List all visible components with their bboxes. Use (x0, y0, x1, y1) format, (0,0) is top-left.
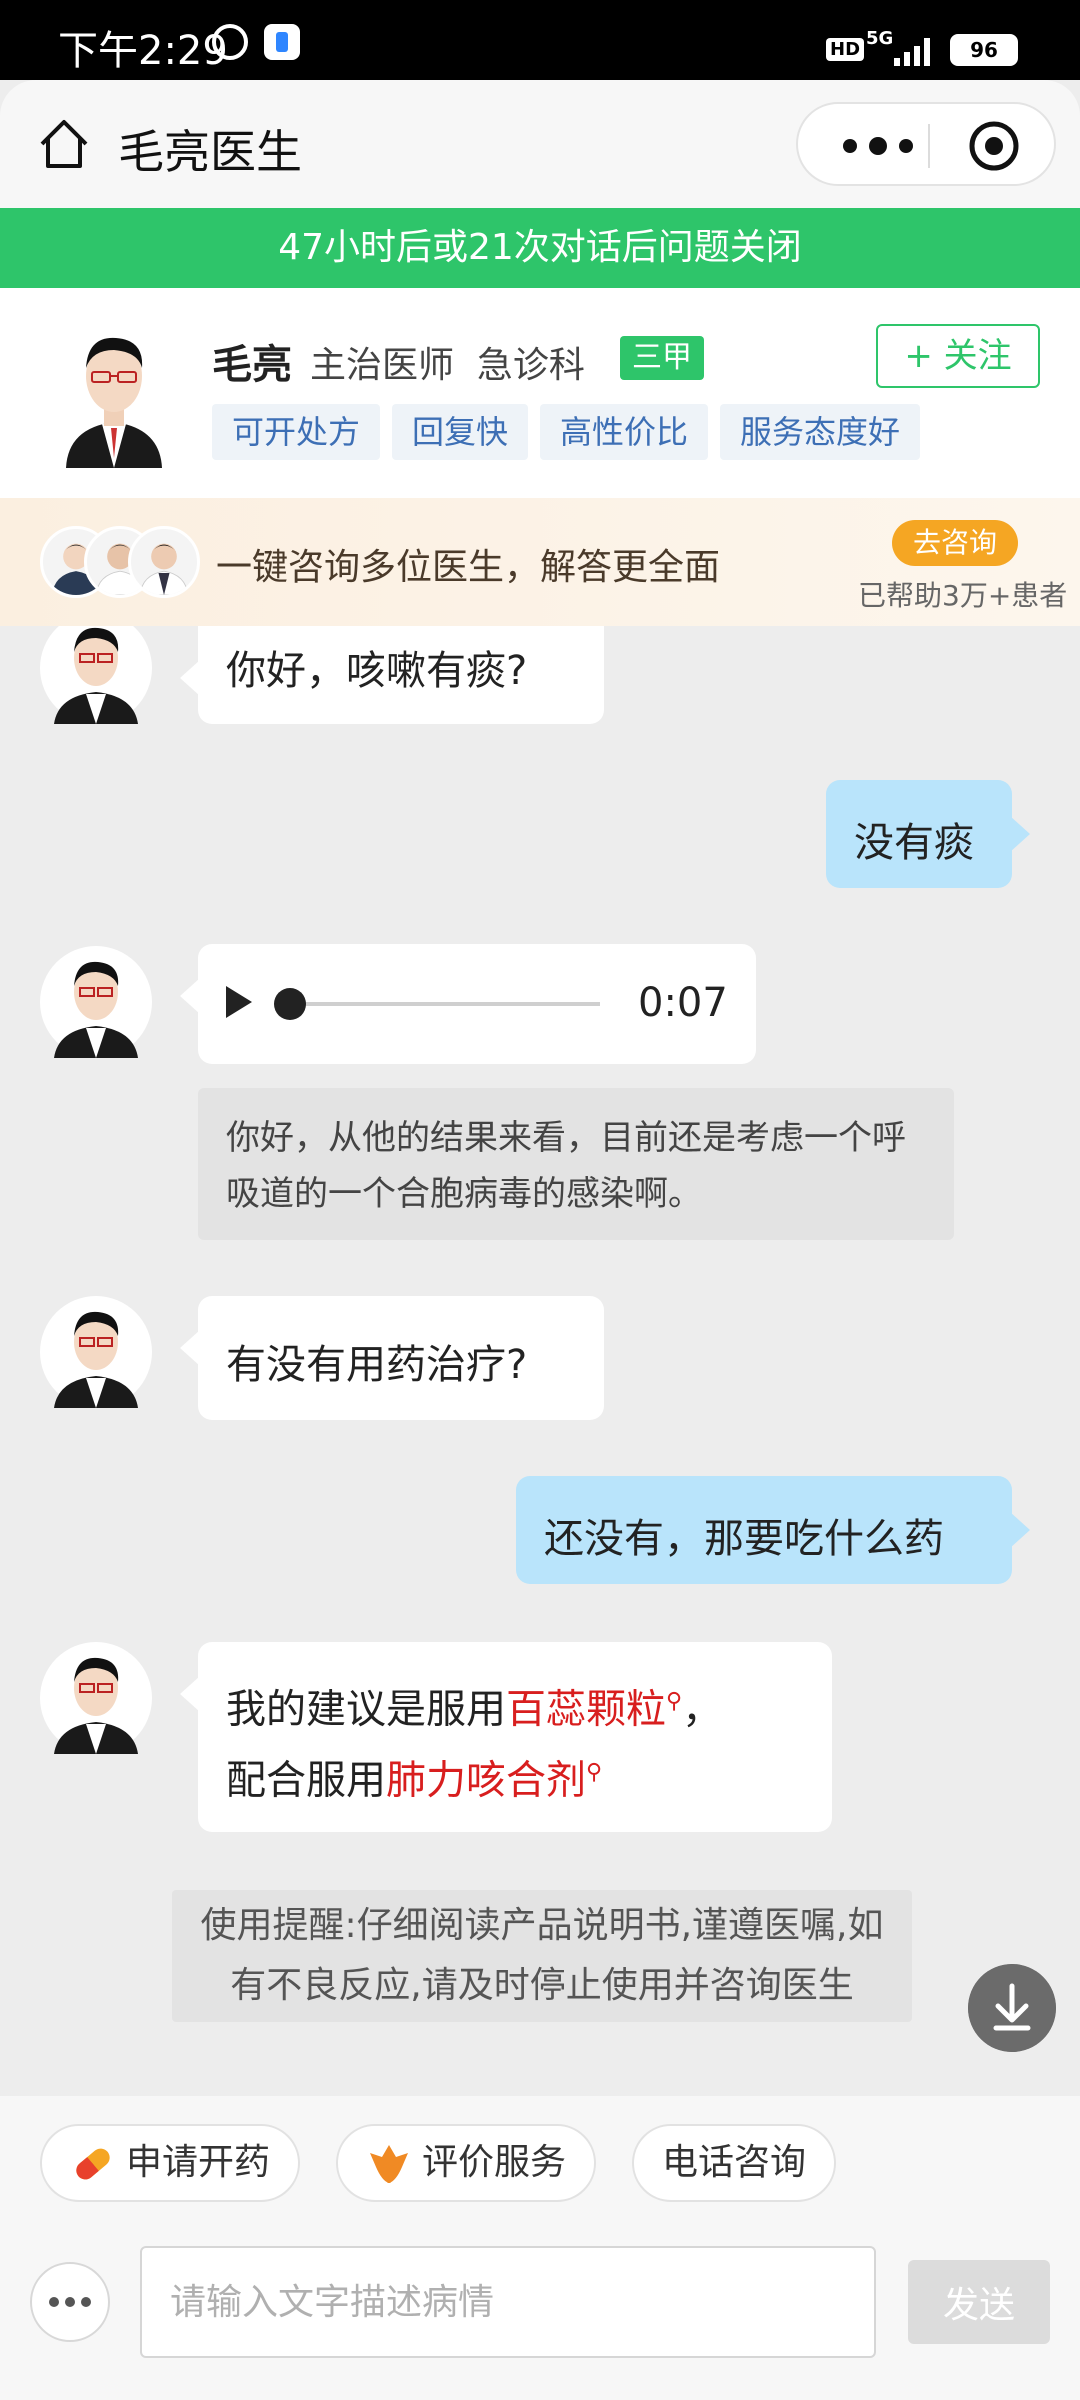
doctor-tag: 回复快 (392, 404, 529, 460)
doctor-title-department: 主治医师 急诊科 (310, 345, 585, 386)
status-time: 下午2:29 (58, 28, 228, 74)
chip-label: 电话咨询 (662, 2142, 807, 2183)
network-label: 5G (866, 28, 894, 49)
chip-label: 申请开药 (126, 2142, 271, 2183)
alarm-icon (212, 24, 248, 60)
pill-icon (76, 2148, 110, 2180)
consult-banner-text: 一键咨询多位医生，解答更全面 (216, 547, 721, 588)
message-text: ， (682, 1686, 723, 1733)
message-input[interactable] (140, 2246, 876, 2358)
message-text: 你好，咳嗽有痰? (226, 648, 528, 694)
more-options-button[interactable] (30, 2262, 110, 2342)
rate-service-button[interactable]: 评价服务 (336, 2124, 597, 2202)
question-close-banner: 47小时后或21次对话后问题关闭 (0, 208, 1080, 288)
message-bubble-user[interactable]: 还没有，那要吃什么药 (516, 1476, 1030, 1584)
doctor-card: 毛亮 主治医师 急诊科 三甲 + 关注 可开处方 回复快 高性价比 服务态度好 (0, 288, 1080, 498)
request-prescription-button[interactable]: 申请开药 (40, 2124, 301, 2202)
signal-icon (892, 36, 936, 66)
play-icon[interactable] (226, 986, 252, 1018)
doctor-avatar[interactable] (40, 626, 152, 724)
chat-area[interactable]: 你好，咳嗽有痰? 没有痰 0:07 你好，从他的结果来看，目前还是考虑一个呼吸道… (0, 626, 1080, 2096)
helped-patients-count: 已帮助3万+患者 (858, 579, 1068, 612)
status-bar: 下午2:29 HD 5G 96 (0, 0, 1080, 80)
doctor-tag: 服务态度好 (720, 404, 921, 460)
more-icon (49, 2297, 91, 2307)
message-bubble-doctor[interactable]: 我的建议是服用百蕊颗粒⚲， 配合服用肺力咳合剂⚲ (180, 1642, 832, 1832)
page-title: 毛亮医生 (118, 125, 302, 179)
doctor-tags: 可开处方 回复快 高性价比 服务态度好 (212, 404, 932, 460)
more-icon[interactable] (836, 134, 926, 158)
battery-icon: 96 (950, 34, 1018, 66)
message-text: 配合服用 (226, 1757, 386, 1804)
doctor-avatar[interactable] (58, 318, 170, 468)
doctor-avatar-small (128, 526, 200, 598)
search-icon[interactable]: ⚲ (586, 1760, 602, 1785)
message-text: 没有痰 (854, 820, 974, 866)
message-text: 还没有，那要吃什么药 (544, 1516, 944, 1562)
voice-duration: 0:07 (638, 980, 728, 1026)
message-bubble-user[interactable]: 没有痰 (826, 780, 1030, 888)
voice-transcript: 你好，从他的结果来看，目前还是考虑一个呼吸道的一个合胞病毒的感染啊。 (198, 1088, 954, 1240)
target-icon[interactable] (968, 120, 1020, 172)
capsule-divider (928, 124, 930, 168)
drug-link[interactable]: 百蕊颗粒 (506, 1686, 666, 1732)
hd-icon: HD (826, 38, 865, 61)
search-icon[interactable]: ⚲ (666, 1689, 682, 1714)
capsule-menu (796, 102, 1056, 186)
message-bubble-doctor[interactable]: 你好，咳嗽有痰? (180, 626, 604, 724)
voice-message[interactable]: 0:07 (180, 944, 756, 1064)
message-text: 有没有用药治疗? (226, 1342, 528, 1388)
follow-button[interactable]: + 关注 (876, 324, 1040, 388)
multi-doctor-consult-banner[interactable]: 一键咨询多位医生，解答更全面 去咨询 已帮助3万+患者 (0, 498, 1080, 626)
doctor-avatar[interactable] (40, 946, 152, 1058)
voice-progress-track[interactable] (282, 1002, 600, 1006)
doctor-name: 毛亮 (212, 342, 292, 388)
send-button[interactable]: 发送 (908, 2260, 1050, 2344)
doctor-tag: 可开处方 (212, 404, 381, 460)
phone-consult-button[interactable]: 电话咨询 (632, 2124, 837, 2202)
go-consult-button[interactable]: 去咨询 (892, 520, 1018, 566)
doctor-avatar[interactable] (40, 1642, 152, 1754)
message-bubble-doctor[interactable]: 有没有用药治疗? (180, 1296, 604, 1420)
mini-program-header: 毛亮医生 (0, 80, 1080, 208)
bottom-action-bar: 申请开药 评价服务 电话咨询 发送 (0, 2096, 1080, 2400)
app-notification-icon (264, 24, 300, 60)
doctor-avatar[interactable] (40, 1296, 152, 1408)
usage-reminder: 使用提醒:仔细阅读产品说明书,谨遵医嘱,如有不良反应,请及时停止使用并咨询医生 (172, 1890, 912, 2022)
hospital-level-badge: 三甲 (620, 336, 704, 380)
flower-icon (370, 2145, 408, 2183)
voice-progress-knob[interactable] (274, 988, 306, 1020)
doctor-tag: 高性价比 (540, 404, 709, 460)
home-icon[interactable] (36, 116, 92, 172)
chip-label: 评价服务 (422, 2142, 567, 2183)
scroll-down-icon[interactable] (968, 1964, 1056, 2052)
drug-link[interactable]: 肺力咳合剂 (386, 1758, 586, 1804)
message-text: 我的建议是服用 (226, 1686, 506, 1733)
